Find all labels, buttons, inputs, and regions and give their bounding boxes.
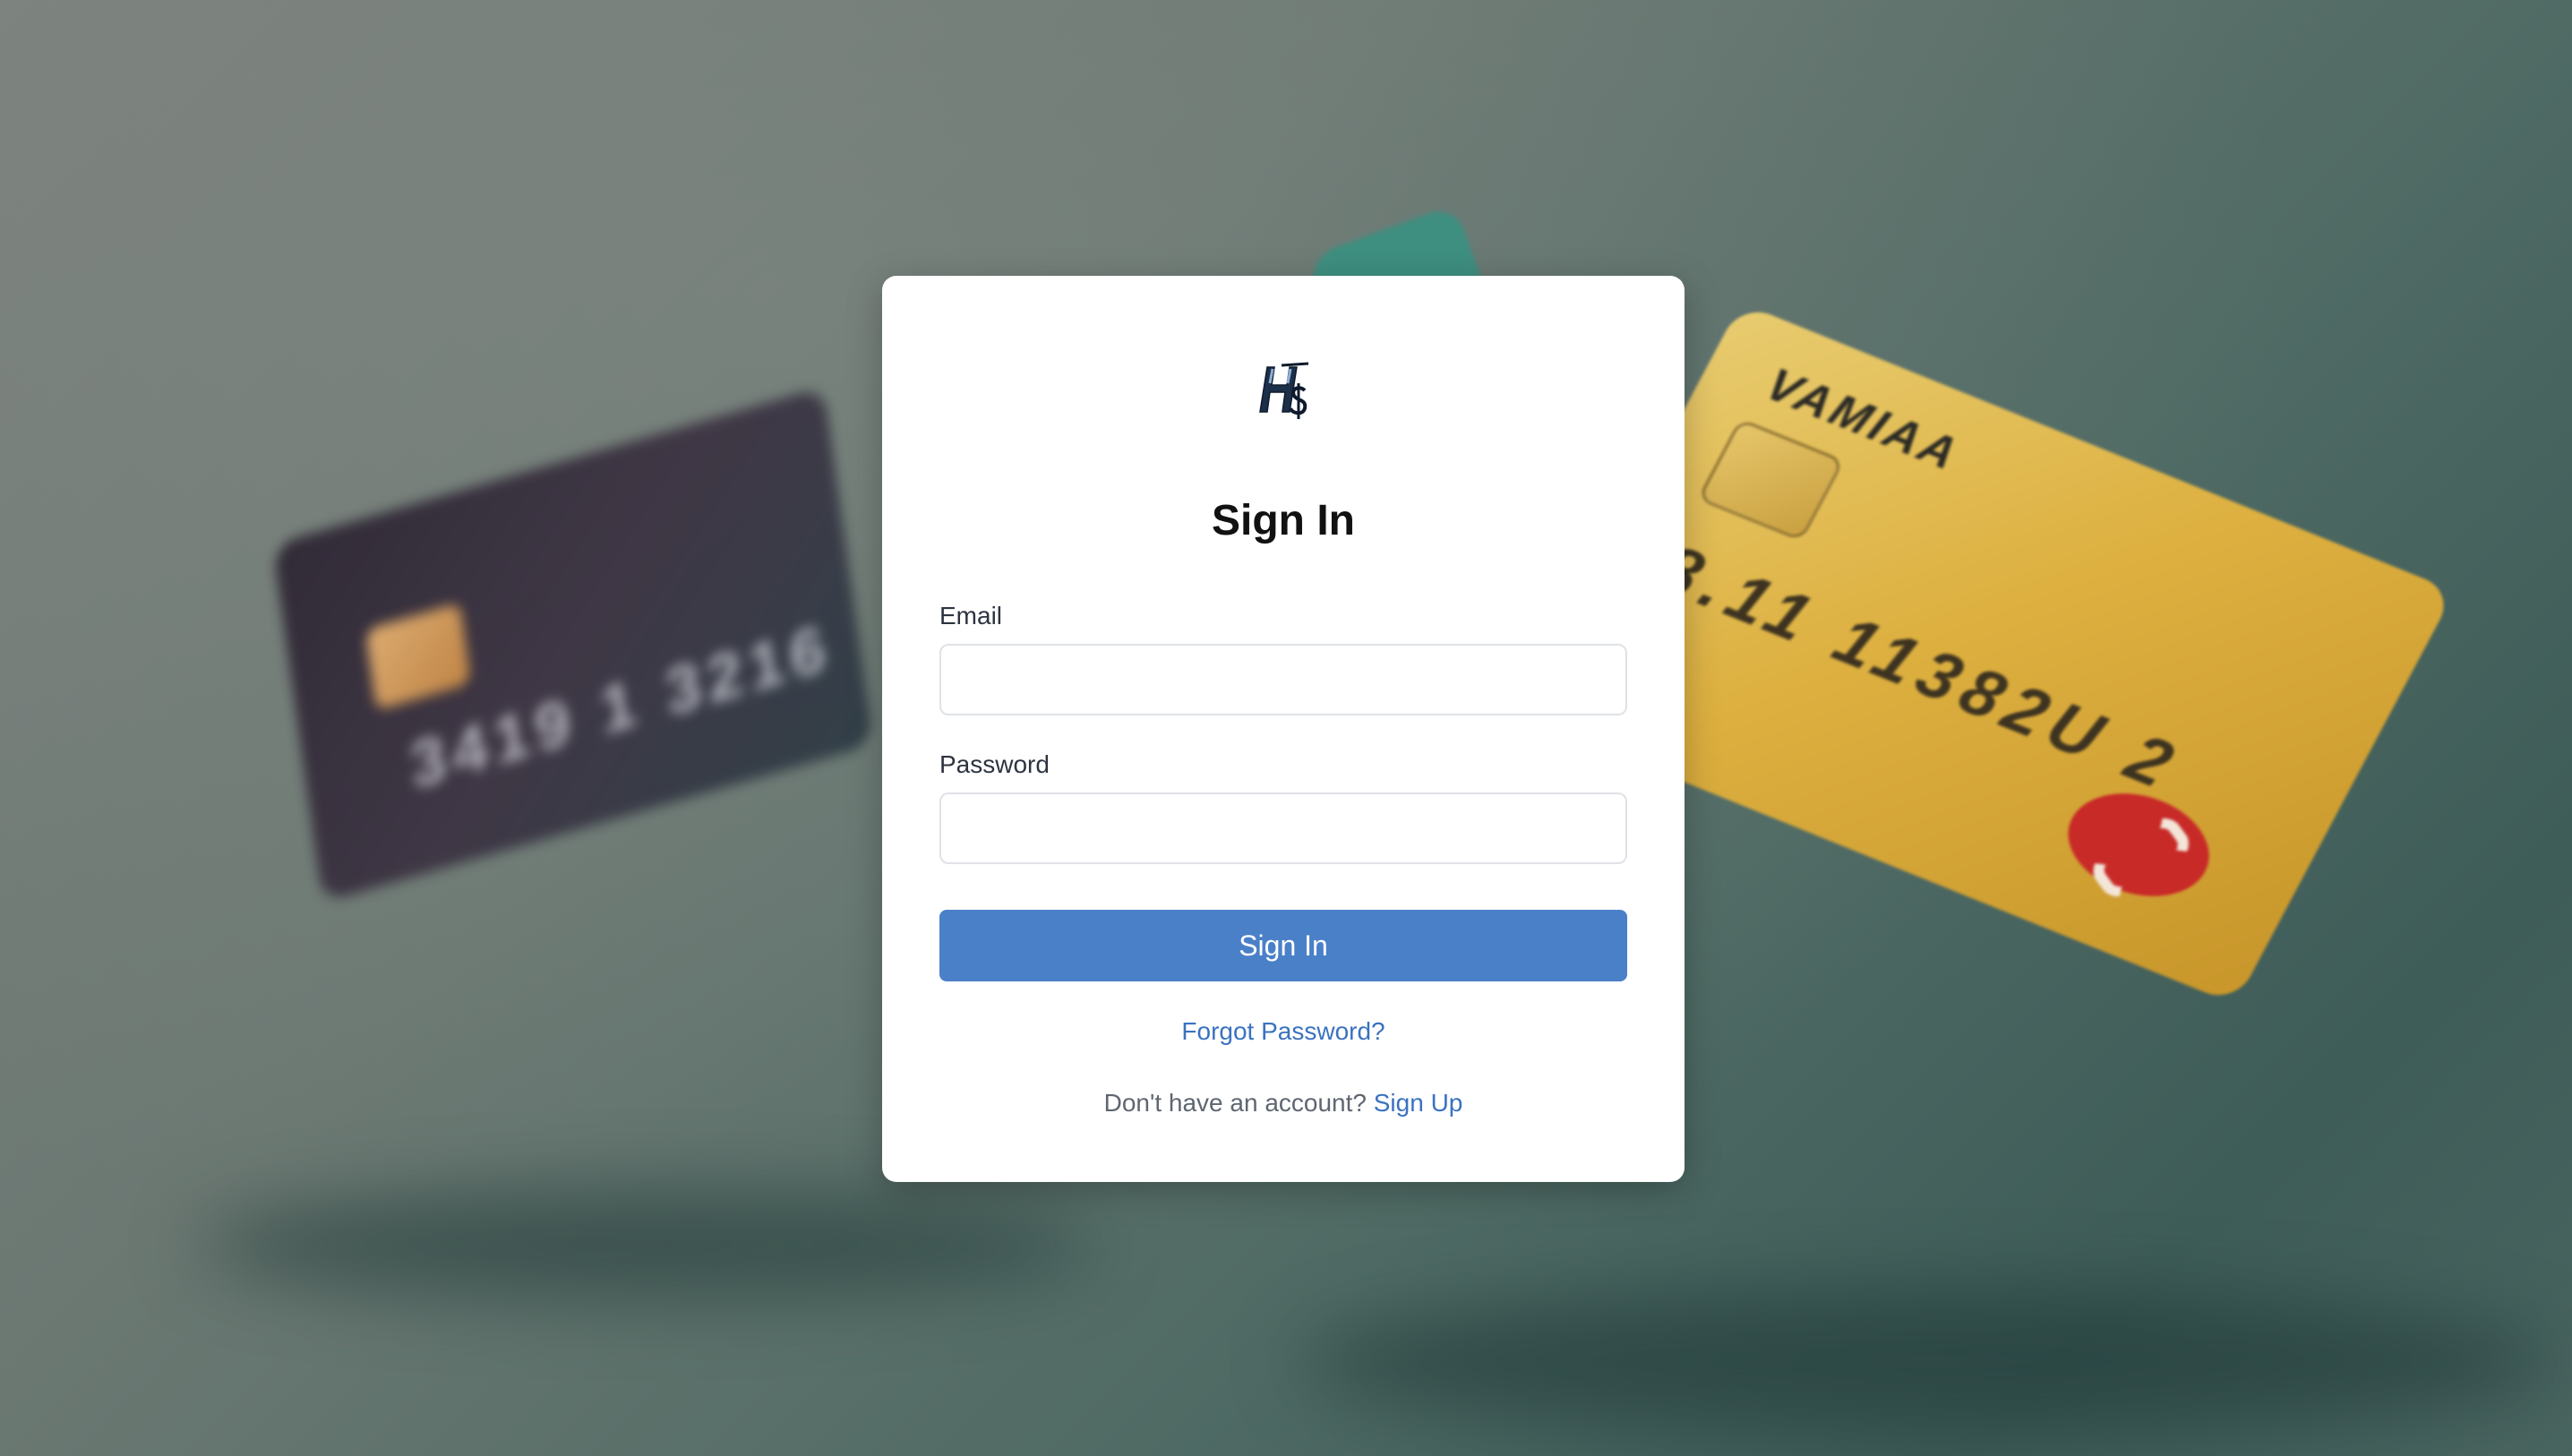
card-chip bbox=[364, 603, 472, 711]
signup-prompt-text: Don't have an account? bbox=[1103, 1089, 1367, 1117]
password-field[interactable] bbox=[939, 792, 1627, 864]
card-number: 8.11 11382U 2 bbox=[1644, 530, 2193, 806]
sign-in-button[interactable]: Sign In bbox=[939, 910, 1627, 981]
password-label: Password bbox=[939, 750, 1050, 778]
signup-prompt: Don't have an account? Sign Up bbox=[882, 1089, 1685, 1118]
brand-logo-icon bbox=[1259, 362, 1309, 419]
sign-in-card: Sign In Email Password Sign In Forgot Pa… bbox=[882, 276, 1685, 1182]
email-label: Email bbox=[939, 602, 1003, 630]
card-network-logo bbox=[2048, 774, 2229, 916]
card-chip bbox=[1696, 418, 1845, 542]
email-field[interactable] bbox=[939, 644, 1627, 715]
forgot-password-link[interactable]: Forgot Password? bbox=[882, 1017, 1685, 1046]
page-title: Sign In bbox=[1212, 497, 1355, 544]
card-shadow bbox=[197, 1191, 1093, 1298]
sign-up-link[interactable]: Sign Up bbox=[1374, 1089, 1463, 1117]
card-shadow bbox=[1299, 1289, 2552, 1433]
